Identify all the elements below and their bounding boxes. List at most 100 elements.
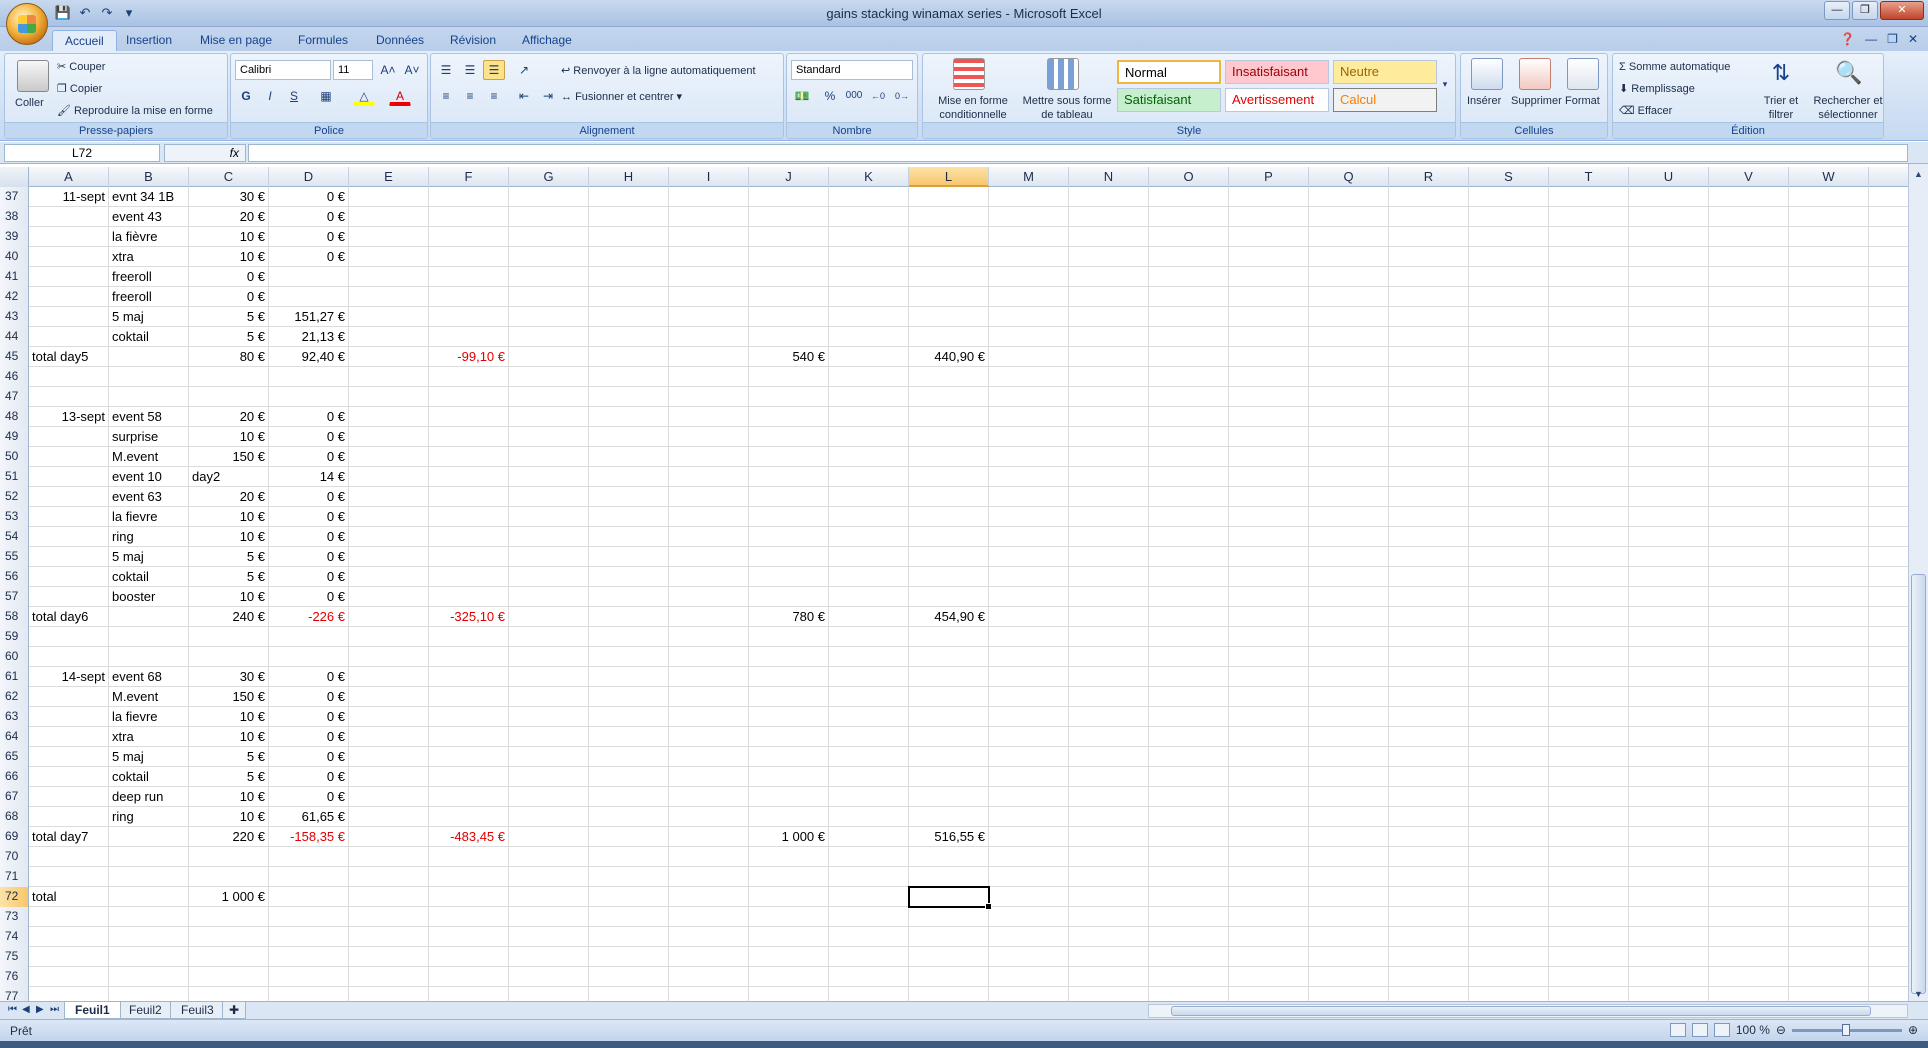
cell-o71[interactable] bbox=[1149, 867, 1229, 887]
cell-r72[interactable] bbox=[1389, 887, 1469, 907]
cell-d54[interactable]: 0 € bbox=[269, 527, 349, 547]
cell-m76[interactable] bbox=[989, 967, 1069, 987]
cell-i39[interactable] bbox=[669, 227, 749, 247]
cell-p49[interactable] bbox=[1229, 427, 1309, 447]
cell-e51[interactable] bbox=[349, 467, 429, 487]
cell-o76[interactable] bbox=[1149, 967, 1229, 987]
cell-l58[interactable]: 454,90 € bbox=[909, 607, 989, 627]
cell-f77[interactable] bbox=[429, 987, 509, 1001]
row-header[interactable]: 49 bbox=[0, 427, 29, 447]
next-sheet-icon[interactable]: ▶ bbox=[36, 1004, 44, 1015]
cell-v66[interactable] bbox=[1709, 767, 1789, 787]
cell-u62[interactable] bbox=[1629, 687, 1709, 707]
format-painter-button[interactable]: 🖌 Reproduire la mise en forme bbox=[57, 104, 213, 118]
row-header[interactable]: 62 bbox=[0, 687, 29, 707]
cell-w76[interactable] bbox=[1789, 967, 1869, 987]
cell-o72[interactable] bbox=[1149, 887, 1229, 907]
cell-a65[interactable] bbox=[29, 747, 109, 767]
cell-k37[interactable] bbox=[829, 187, 909, 207]
cell-h55[interactable] bbox=[589, 547, 669, 567]
cell-e43[interactable] bbox=[349, 307, 429, 327]
cell-m57[interactable] bbox=[989, 587, 1069, 607]
cell-r56[interactable] bbox=[1389, 567, 1469, 587]
cell-h70[interactable] bbox=[589, 847, 669, 867]
ribbon-minimize-icon[interactable]: — bbox=[1865, 32, 1877, 46]
cell-f41[interactable] bbox=[429, 267, 509, 287]
insert-sheet-icon[interactable]: ✚ bbox=[222, 1002, 247, 1019]
cell-a37[interactable]: 11-sept bbox=[29, 187, 109, 207]
styles-more-icon[interactable]: ▾ bbox=[1437, 74, 1453, 94]
cell-j64[interactable] bbox=[749, 727, 829, 747]
cell-n65[interactable] bbox=[1069, 747, 1149, 767]
cell-f74[interactable] bbox=[429, 927, 509, 947]
cell-d77[interactable] bbox=[269, 987, 349, 1001]
cell-i40[interactable] bbox=[669, 247, 749, 267]
cell-p43[interactable] bbox=[1229, 307, 1309, 327]
cell-p61[interactable] bbox=[1229, 667, 1309, 687]
cell-g58[interactable] bbox=[509, 607, 589, 627]
cell-r45[interactable] bbox=[1389, 347, 1469, 367]
cell-u58[interactable] bbox=[1629, 607, 1709, 627]
cell-n38[interactable] bbox=[1069, 207, 1149, 227]
cell-c62[interactable]: 150 € bbox=[189, 687, 269, 707]
paste-button[interactable]: Coller bbox=[15, 96, 44, 110]
cell-k51[interactable] bbox=[829, 467, 909, 487]
cell-j44[interactable] bbox=[749, 327, 829, 347]
cell-d75[interactable] bbox=[269, 947, 349, 967]
cell-s71[interactable] bbox=[1469, 867, 1549, 887]
cell-o52[interactable] bbox=[1149, 487, 1229, 507]
vertical-scrollbar[interactable]: ▲ ▼ bbox=[1908, 164, 1928, 1004]
grow-font-icon[interactable]: A˄ bbox=[377, 60, 399, 80]
fx-icon[interactable]: fx bbox=[164, 144, 246, 162]
cell-s64[interactable] bbox=[1469, 727, 1549, 747]
cell-k44[interactable] bbox=[829, 327, 909, 347]
row-header[interactable]: 72 bbox=[0, 887, 29, 907]
cell-q68[interactable] bbox=[1309, 807, 1389, 827]
row-header[interactable]: 42 bbox=[0, 287, 29, 307]
cell-e68[interactable] bbox=[349, 807, 429, 827]
cell-h60[interactable] bbox=[589, 647, 669, 667]
cell-m37[interactable] bbox=[989, 187, 1069, 207]
zoom-in-icon[interactable]: ⊕ bbox=[1908, 1023, 1918, 1037]
cell-p37[interactable] bbox=[1229, 187, 1309, 207]
cell-t67[interactable] bbox=[1549, 787, 1629, 807]
cell-l54[interactable] bbox=[909, 527, 989, 547]
cell-p54[interactable] bbox=[1229, 527, 1309, 547]
cell-k39[interactable] bbox=[829, 227, 909, 247]
cell-a47[interactable] bbox=[29, 387, 109, 407]
cell-o59[interactable] bbox=[1149, 627, 1229, 647]
cell-a70[interactable] bbox=[29, 847, 109, 867]
cell-b45[interactable] bbox=[109, 347, 189, 367]
cell-q47[interactable] bbox=[1309, 387, 1389, 407]
cell-f72[interactable] bbox=[429, 887, 509, 907]
row-header[interactable]: 60 bbox=[0, 647, 29, 667]
cell-r48[interactable] bbox=[1389, 407, 1469, 427]
cell-r49[interactable] bbox=[1389, 427, 1469, 447]
cell-v63[interactable] bbox=[1709, 707, 1789, 727]
cell-c47[interactable] bbox=[189, 387, 269, 407]
row-header[interactable]: 40 bbox=[0, 247, 29, 267]
cell-w62[interactable] bbox=[1789, 687, 1869, 707]
cell-r58[interactable] bbox=[1389, 607, 1469, 627]
cell-k66[interactable] bbox=[829, 767, 909, 787]
copy-button[interactable]: ❐ Copier bbox=[57, 82, 102, 96]
cell-g41[interactable] bbox=[509, 267, 589, 287]
first-sheet-icon[interactable]: ⏮ bbox=[8, 1004, 17, 1015]
cell-s72[interactable] bbox=[1469, 887, 1549, 907]
row-header[interactable]: 73 bbox=[0, 907, 29, 927]
zoom-out-icon[interactable]: ⊖ bbox=[1776, 1023, 1786, 1037]
cell-s40[interactable] bbox=[1469, 247, 1549, 267]
cell-e40[interactable] bbox=[349, 247, 429, 267]
cell-w64[interactable] bbox=[1789, 727, 1869, 747]
cell-b48[interactable]: event 58 bbox=[109, 407, 189, 427]
cell-h73[interactable] bbox=[589, 907, 669, 927]
cell-d53[interactable]: 0 € bbox=[269, 507, 349, 527]
cell-q53[interactable] bbox=[1309, 507, 1389, 527]
cell-k74[interactable] bbox=[829, 927, 909, 947]
cell-q39[interactable] bbox=[1309, 227, 1389, 247]
cell-o64[interactable] bbox=[1149, 727, 1229, 747]
office-button[interactable] bbox=[6, 3, 48, 45]
cell-t76[interactable] bbox=[1549, 967, 1629, 987]
row-header[interactable]: 37 bbox=[0, 187, 29, 207]
cell-k61[interactable] bbox=[829, 667, 909, 687]
